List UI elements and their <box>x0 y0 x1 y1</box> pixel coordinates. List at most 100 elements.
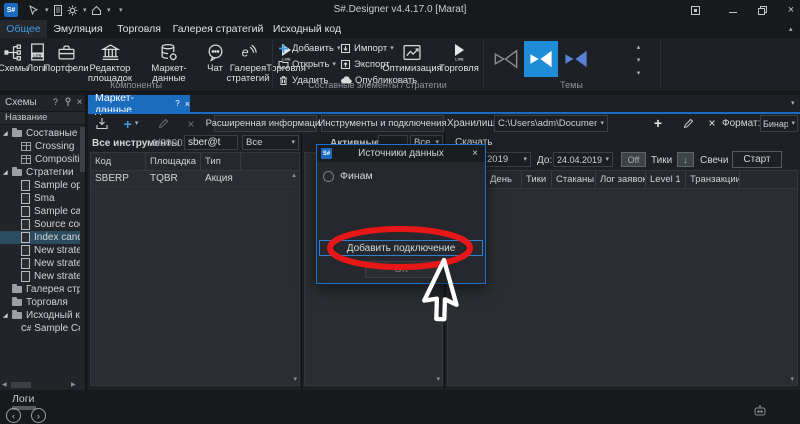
expander-icon[interactable]: ◢ <box>3 130 12 137</box>
tree-item-folder[interactable]: ◢Составные элем <box>0 127 80 140</box>
dock-window-icon[interactable] <box>688 4 702 16</box>
table-row[interactable]: SBERP TQBR Акция <box>91 171 299 187</box>
tab-emulation[interactable]: Эмуляция <box>47 20 109 38</box>
theme-option-dark[interactable] <box>490 41 522 77</box>
ribbon-collapse-icon[interactable]: ▴ <box>789 26 793 33</box>
tools-connections-button[interactable]: Инструменты и подключения <box>321 115 444 132</box>
ribbon-button-optimization[interactable]: Оптимизация <box>388 40 436 74</box>
tabstrip-overflow-icon[interactable]: ▾ <box>791 100 795 107</box>
ribbon-button-live-trading-2[interactable]: LIVE Торговля <box>438 40 480 74</box>
ribbon-button-portfolios[interactable]: Портфели <box>49 40 83 74</box>
date-to-picker[interactable]: 24.04.2019▾ <box>553 152 613 167</box>
download-button[interactable]: Скачать <box>447 134 797 150</box>
file-icon <box>21 271 30 282</box>
tree-item[interactable]: Source code <box>0 218 80 231</box>
bot-icon[interactable] <box>752 404 768 418</box>
nav-back-icon[interactable]: ‹ <box>6 408 21 423</box>
dialog-close-icon[interactable]: × <box>469 147 481 159</box>
storage-add-button[interactable]: + <box>644 115 672 131</box>
expander-icon[interactable]: ◢ <box>3 169 12 176</box>
themes-gallery-expand-icon[interactable]: ▾ <box>630 68 644 79</box>
storage-edit-icon[interactable] <box>676 115 700 131</box>
tree-item[interactable]: New strategy <box>0 244 80 257</box>
close-button[interactable]: × <box>784 4 798 16</box>
ribbon-button-chat[interactable]: Чат <box>202 40 228 74</box>
themes-scroll-up-icon[interactable]: ▴ <box>630 42 644 53</box>
ribbon-button-board-editor[interactable]: Редактор площадок <box>84 40 136 84</box>
instrument-type-filter[interactable]: Все▾ <box>242 135 299 150</box>
dialog-title-bar[interactable]: S# Источники данных × <box>317 145 485 162</box>
tab-source-code[interactable]: Исходный код <box>267 20 347 38</box>
tree-item-selected[interactable]: Index candle <box>0 231 80 244</box>
tree-item[interactable]: New strategy <box>0 270 80 283</box>
ribbon-button-import[interactable]: Импорт▾ <box>340 42 394 55</box>
ribbon-button-schemes[interactable]: Схемы <box>1 40 25 74</box>
scroll-right-icon[interactable]: ▶ <box>71 381 76 388</box>
tree-item[interactable]: Composition <box>0 153 80 166</box>
ok-button[interactable]: ОК <box>365 261 437 278</box>
themes-scroll-down-icon[interactable]: ▾ <box>630 55 644 66</box>
tree-item[interactable]: Sample cand <box>0 205 80 218</box>
instrument-search-input[interactable] <box>184 135 238 150</box>
tab-trading[interactable]: Торговля <box>109 20 169 38</box>
tree-horizontal-scrollbar[interactable]: ◀ ▶ <box>0 381 80 389</box>
column-chooser-icon[interactable]: ▾ <box>790 375 794 383</box>
tree-item[interactable]: Sample optio <box>0 179 80 192</box>
tree-item-folder[interactable]: ◢Исходный код <box>0 309 80 322</box>
file-icon <box>21 258 30 269</box>
tree-item-folder[interactable]: ◢Стратегии <box>0 166 80 179</box>
tree-item-folder[interactable]: Торговля <box>0 296 80 309</box>
arrow-down-button[interactable]: ↓ <box>677 152 694 167</box>
column-chooser-icon[interactable]: ▾ <box>293 375 297 383</box>
help-icon[interactable]: ? <box>50 96 61 108</box>
instruments-table-header[interactable]: Код Площадка Тип <box>91 153 299 171</box>
tree-item[interactable]: New strategy <box>0 257 80 270</box>
tab-help-icon[interactable]: ? <box>175 99 179 108</box>
theme-option-selected[interactable] <box>524 41 558 77</box>
start-button[interactable]: Старт <box>732 151 782 168</box>
logs-panel-title[interactable]: Логи <box>12 393 34 405</box>
group-label-themes: Темы <box>483 80 660 90</box>
tab-strategy-gallery[interactable]: Галерея стратегий <box>169 20 267 38</box>
tree-vertical-scrollbar[interactable] <box>80 127 85 337</box>
market-data-table: День Тики Стаканы Лог заявок Level 1 Тра… <box>447 170 798 386</box>
column-header: Код <box>91 153 146 170</box>
tree-column-header[interactable]: Название <box>0 111 85 125</box>
nav-forward-icon[interactable]: › <box>31 408 46 423</box>
ribbon-button-add[interactable]: Добавить▾ <box>278 42 341 55</box>
export-tray-icon[interactable] <box>92 116 112 131</box>
market-table-header[interactable]: День Тики Стаканы Лог заявок Level 1 Тра… <box>448 171 797 189</box>
storage-delete-icon[interactable]: × <box>702 115 722 131</box>
tree-item[interactable]: Sma <box>0 192 80 205</box>
tree-item[interactable]: Crossing <box>0 140 80 153</box>
storage-combobox[interactable]: C:\Users\adm\Documents\StockSharp\Desig▾ <box>494 115 608 132</box>
add-connection-button[interactable]: Добавить подключение <box>319 240 483 256</box>
data-source-item-finam[interactable]: Финам <box>323 169 373 183</box>
advanced-info-button[interactable]: Расширенная информация <box>214 115 317 132</box>
ribbon-button-open[interactable]: Открыть▾ <box>278 58 336 71</box>
document-tab-market-data[interactable]: Маркет-данные ? × <box>88 95 190 112</box>
theme-option-blue[interactable] <box>560 41 592 77</box>
add-button[interactable]: + ▾ <box>116 116 146 131</box>
tree-item-folder[interactable]: Галерея страте <box>0 283 80 296</box>
scroll-up-icon[interactable]: ▲ <box>291 173 297 179</box>
tab-close-icon[interactable]: × <box>185 99 190 109</box>
restore-button[interactable] <box>755 4 769 16</box>
column-chooser-icon[interactable]: ▾ <box>436 375 440 383</box>
close-panel-icon[interactable]: × <box>74 96 85 108</box>
plus-icon: + <box>654 116 662 130</box>
edit-pencil-icon[interactable] <box>154 116 172 131</box>
format-combobox[interactable]: Бинарный▾ <box>760 115 798 132</box>
ribbon-button-market-data[interactable]: Маркет-данные <box>136 40 202 84</box>
delete-x-icon[interactable]: × <box>182 116 200 131</box>
svg-text:LIVE: LIVE <box>455 58 464 62</box>
minimize-button[interactable] <box>726 4 740 16</box>
tree-item[interactable]: C#Sample C# c <box>0 322 80 335</box>
ribbon-button-gallery[interactable]: e Галерея стратегий <box>228 40 268 84</box>
folder-icon <box>12 130 22 137</box>
tab-general[interactable]: Общее <box>0 20 47 38</box>
pin-icon[interactable] <box>62 96 73 108</box>
off-toggle-button[interactable]: Off <box>621 152 646 167</box>
expander-icon[interactable]: ◢ <box>3 312 12 319</box>
scroll-left-icon[interactable]: ◀ <box>2 381 7 388</box>
